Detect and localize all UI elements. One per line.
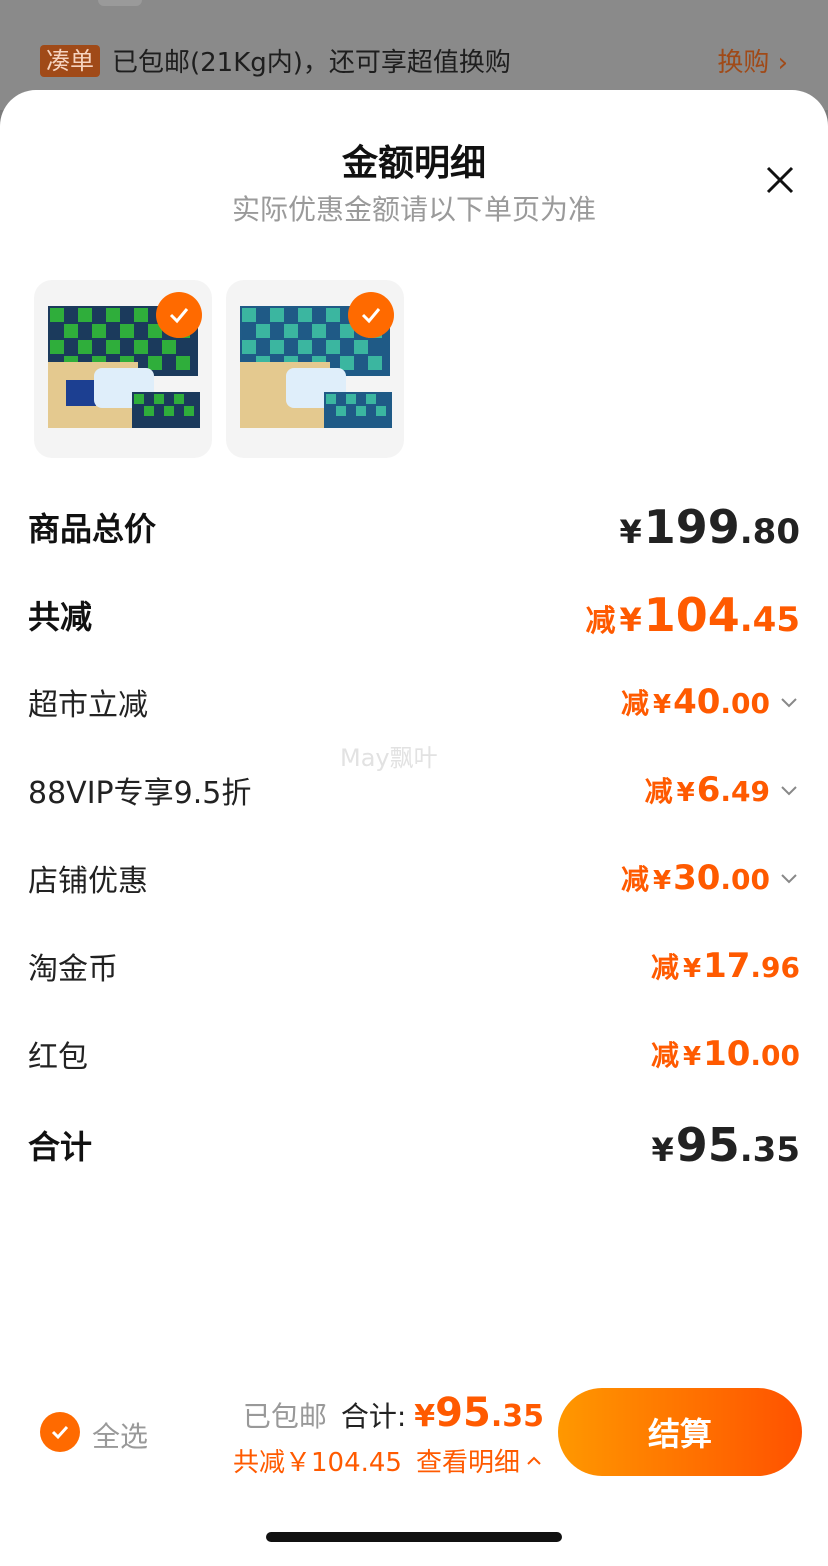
product-thumb-2[interactable]: [226, 280, 404, 458]
row-total-discount: 共减 减 ¥104.45: [28, 588, 800, 642]
exchange-link[interactable]: 换购 ›: [717, 42, 788, 79]
sum-amount: ¥95.35: [651, 1118, 800, 1172]
amount-decimal: .80: [739, 512, 800, 552]
chevron-down-icon[interactable]: [778, 779, 800, 801]
row-label: 88VIP专享9.5折: [28, 776, 252, 811]
view-detail-label: 查看明细: [415, 1448, 520, 1478]
amount-decimal: .00: [750, 1039, 800, 1072]
sheet-title: 金额明细: [341, 143, 486, 184]
select-all-label[interactable]: 全选: [92, 1415, 148, 1455]
row-label: 合计: [28, 1128, 93, 1166]
row-redpacket-discount: 红包 减 ¥10.00: [28, 1032, 800, 1076]
coins-discount-amount: 减 ¥17.96: [651, 946, 800, 986]
amount-integer: 10: [703, 1034, 751, 1074]
shipping-status: 已包邮: [242, 1400, 327, 1433]
currency-symbol: ¥: [651, 1131, 674, 1169]
currency-symbol: ¥: [619, 513, 642, 551]
home-indicator[interactable]: [266, 1532, 562, 1542]
amount-integer: 104: [643, 588, 740, 642]
footer-discount-text: 共减￥104.45: [233, 1448, 402, 1478]
row-vip-discount[interactable]: 88VIP专享9.5折 减 ¥6.49: [28, 768, 800, 812]
row-label: 超市立减: [28, 688, 148, 723]
row-label: 红包: [28, 1040, 88, 1075]
checkout-button[interactable]: 结算: [558, 1388, 802, 1476]
row-total-price: 商品总价 ¥199.80: [28, 500, 800, 554]
amount-decimal: .45: [739, 600, 800, 640]
discount-prefix: 减: [650, 1039, 679, 1072]
currency-symbol: ¥: [652, 866, 672, 896]
currency-symbol: ¥: [652, 690, 672, 720]
vip-discount-amount: 减 ¥6.49: [645, 770, 800, 810]
total-discount-amount: 减 ¥104.45: [585, 588, 800, 642]
row-label: 共减: [28, 598, 93, 636]
sheet-subtitle: 实际优惠金额请以下单页为准: [231, 193, 596, 226]
shipping-banner-text: 已包邮(21Kg内)，还可享超值换购: [112, 48, 511, 78]
amount-decimal: .00: [720, 687, 770, 720]
row-store-discount[interactable]: 店铺优惠 减 ¥30.00: [28, 856, 800, 900]
amount-integer: 199: [643, 500, 740, 554]
currency-symbol: ¥: [676, 778, 695, 808]
chevron-up-icon[interactable]: [524, 1451, 544, 1471]
row-coins-discount: 淘金币 减 ¥17.96: [28, 944, 800, 988]
footer-summary: 已包邮 合计: ¥95.35 共减￥104.45 查看明细: [200, 1390, 544, 1479]
amount-integer: 95: [675, 1118, 740, 1172]
amount-integer: 6: [696, 770, 721, 810]
product-thumb-1[interactable]: [34, 280, 212, 458]
footer-total-integer: 95: [435, 1390, 491, 1436]
background-divider: [98, 0, 142, 6]
supermarket-discount-amount: 减 ¥40.00: [621, 682, 800, 722]
chevron-right-icon: ›: [777, 48, 788, 78]
row-supermarket-discount[interactable]: 超市立减 减 ¥40.00: [28, 680, 800, 724]
total-price-amount: ¥199.80: [619, 500, 800, 554]
discount-prefix: 减: [644, 775, 673, 808]
currency-symbol: ¥: [682, 1042, 702, 1072]
amount-integer: 40: [673, 682, 721, 722]
discount-prefix: 减: [585, 604, 616, 639]
row-label: 店铺优惠: [28, 864, 148, 899]
store-discount-amount: 减 ¥30.00: [621, 858, 800, 898]
exchange-link-label: 换购: [717, 48, 770, 78]
product-selected-check-icon[interactable]: [348, 292, 394, 338]
select-all-check-icon[interactable]: [40, 1412, 80, 1452]
discount-prefix: 减: [620, 863, 649, 896]
product-selected-check-icon[interactable]: [156, 292, 202, 338]
amount-decimal: .35: [739, 1130, 800, 1170]
currency-symbol: ¥: [414, 1399, 436, 1434]
footer-total-label: 合计:: [340, 1400, 407, 1433]
amount-integer: 17: [703, 946, 751, 986]
chevron-down-icon[interactable]: [778, 691, 800, 713]
discount-prefix: 减: [650, 951, 679, 984]
bundle-tag: 凑单: [40, 45, 100, 77]
currency-symbol: ¥: [619, 601, 642, 639]
amount-decimal: .00: [720, 863, 770, 896]
amount-detail-sheet: 金额明细 实际优惠金额请以下单页为准 商品总价 ¥ 199 .80 共减 减 ¥…: [0, 90, 828, 1566]
discount-prefix: 减: [620, 687, 649, 720]
row-label: 淘金币: [28, 952, 118, 987]
row-sum: 合计 ¥95.35: [28, 1118, 800, 1172]
footer-total-decimal: .35: [490, 1399, 544, 1434]
row-label: 商品总价: [28, 510, 157, 548]
amount-decimal: .49: [720, 775, 770, 808]
chevron-down-icon[interactable]: [778, 867, 800, 889]
view-detail-link[interactable]: 查看明细: [416, 1442, 520, 1479]
close-icon[interactable]: [760, 160, 800, 200]
currency-symbol: ¥: [682, 954, 702, 984]
amount-integer: 30: [673, 858, 721, 898]
redpacket-discount-amount: 减 ¥10.00: [651, 1034, 800, 1074]
amount-decimal: .96: [750, 951, 800, 984]
watermark: May飘叶: [340, 744, 438, 772]
